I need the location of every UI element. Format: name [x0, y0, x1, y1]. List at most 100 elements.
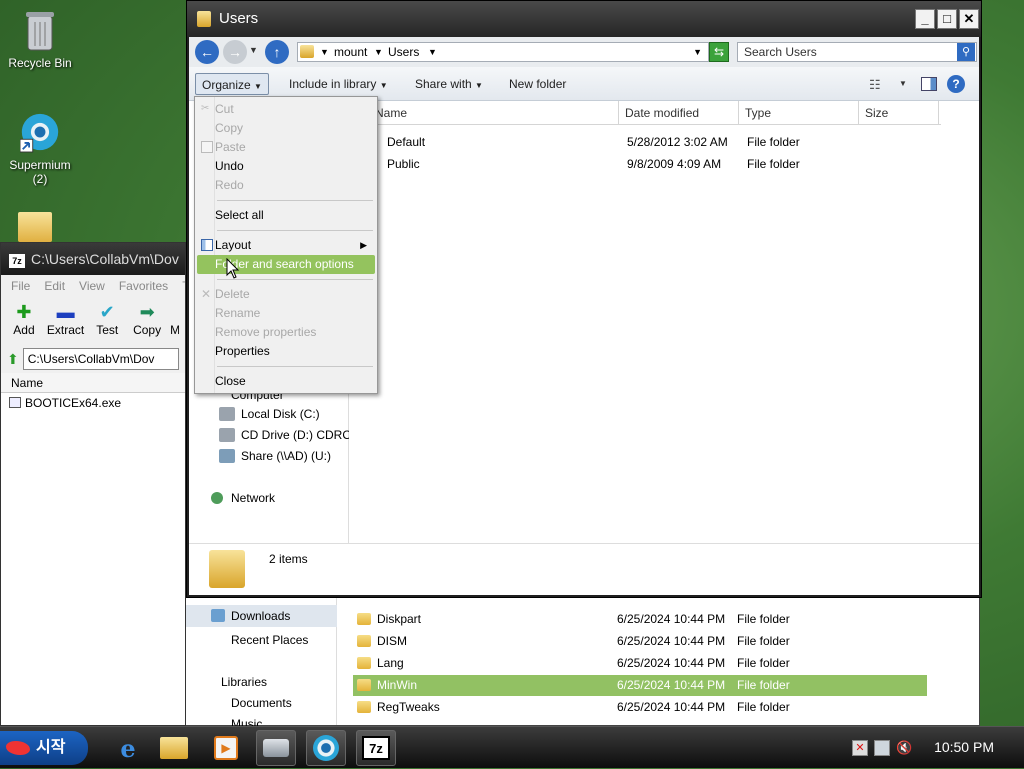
- internet-explorer-taskbar-button[interactable]: e: [108, 730, 148, 766]
- menu-label: Undo: [215, 159, 244, 173]
- sevenzip-window[interactable]: 7z C:\Users\CollabVm\Dov File Edit View Favo…: [0, 242, 186, 726]
- include-in-library-button[interactable]: Include in library ▼: [283, 73, 394, 95]
- menu-favorites[interactable]: Favorites: [119, 279, 168, 293]
- menu-item-remove-properties[interactable]: Remove properties: [197, 323, 375, 342]
- desktop-folder-icon[interactable]: [18, 212, 52, 242]
- address-dropdown-icon[interactable]: ▼: [693, 43, 702, 61]
- menu-view[interactable]: View: [79, 279, 105, 293]
- back-arrow-icon[interactable]: ←: [195, 40, 219, 64]
- nav-label: Recent Places: [231, 633, 309, 647]
- nav-item-documents[interactable]: Documents: [231, 696, 292, 710]
- table-row[interactable]: RegTweaks 6/25/2024 10:44 PM File folder: [353, 697, 927, 718]
- nav-item-share[interactable]: Share (\\AD) (U:): [219, 446, 331, 467]
- add-button[interactable]: ✚ Add: [7, 301, 41, 345]
- table-row[interactable]: DISM 6/25/2024 10:44 PM File folder: [353, 631, 927, 652]
- menu-item-folder-options[interactable]: Folder and search options: [197, 255, 375, 274]
- menu-item-paste[interactable]: Paste: [197, 138, 375, 157]
- list-item[interactable]: BOOTICEx64.exe: [1, 393, 185, 413]
- sevenzip-taskbar-button[interactable]: 7z: [356, 730, 396, 766]
- menu-file[interactable]: File: [11, 279, 30, 293]
- maximize-button[interactable]: □: [937, 9, 957, 29]
- view-chevron-icon[interactable]: ▼: [899, 79, 907, 88]
- nav-item-recent-places[interactable]: Recent Places: [231, 633, 308, 647]
- menu-item-redo[interactable]: Redo: [197, 176, 375, 195]
- sevenzip-titlebar[interactable]: 7z C:\Users\CollabVm\Dov: [1, 243, 185, 275]
- share-with-button[interactable]: Share with ▼: [409, 73, 489, 95]
- chevron-down-icon: ▼: [254, 82, 262, 91]
- refresh-icon[interactable]: ⇆: [709, 42, 729, 62]
- table-row[interactable]: Public 9/8/2009 4:09 AM File folder: [349, 153, 949, 175]
- table-row[interactable]: Default 5/28/2012 3:02 AM File folder: [349, 131, 949, 153]
- organize-button[interactable]: Organize ▼: [195, 73, 269, 95]
- disk-tool-taskbar-button[interactable]: [256, 730, 296, 766]
- column-header-type[interactable]: Type: [739, 101, 859, 125]
- nav-item-cd-drive[interactable]: CD Drive (D:) CDROM: [241, 425, 349, 446]
- history-chevron-icon[interactable]: ▼: [249, 45, 258, 55]
- supermium-taskbar-button[interactable]: [306, 730, 346, 766]
- table-row[interactable]: Lang 6/25/2024 10:44 PM File folder: [353, 653, 927, 674]
- menu-item-cut[interactable]: ✂ Cut: [197, 100, 375, 119]
- column-header-date[interactable]: Date modified: [619, 101, 739, 125]
- menu-item-select-all[interactable]: Select all: [197, 206, 375, 225]
- row-name: Public: [387, 157, 420, 171]
- breadcrumb-users[interactable]: Users: [388, 43, 419, 61]
- new-folder-button[interactable]: New folder: [503, 73, 572, 95]
- move-button[interactable]: M: [170, 301, 179, 345]
- action-center-icon[interactable]: ✕: [852, 740, 868, 756]
- details-pane: 2 items: [189, 543, 979, 595]
- menu-item-undo[interactable]: Undo: [197, 157, 375, 176]
- up-folder-icon[interactable]: ⬆: [7, 351, 19, 368]
- test-button[interactable]: ✔ Test: [90, 301, 124, 345]
- extract-button[interactable]: ▬ Extract: [47, 301, 84, 345]
- column-header-name[interactable]: Name: [349, 101, 619, 125]
- menu-item-copy[interactable]: Copy: [197, 119, 375, 138]
- sevenzip-icon: 7z: [362, 736, 390, 760]
- path-input[interactable]: C:\Users\CollabVm\Dov: [22, 348, 179, 370]
- clock[interactable]: 10:50 PM: [934, 739, 994, 755]
- nav-item-libraries[interactable]: Libraries: [221, 675, 267, 689]
- table-row[interactable]: Diskpart 6/25/2024 10:44 PM File folder: [353, 609, 927, 630]
- desktop-icon-recycle-bin[interactable]: Recycle Bin: [0, 6, 80, 70]
- menu-item-properties[interactable]: Properties: [197, 342, 375, 361]
- close-button[interactable]: ✕: [959, 9, 979, 29]
- explorer-taskbar-button[interactable]: [154, 730, 194, 766]
- breadcrumb[interactable]: ▼ mount ▼ Users ▼ ▼: [297, 42, 709, 62]
- volume-muted-icon[interactable]: 🔇: [896, 740, 912, 756]
- menu-edit[interactable]: Edit: [44, 279, 65, 293]
- search-icon[interactable]: ⚲: [957, 43, 975, 61]
- view-options-icon[interactable]: ☷: [869, 77, 881, 93]
- file-name: BOOTICEx64.exe: [25, 396, 122, 410]
- menu-item-close[interactable]: Close: [197, 372, 375, 391]
- nav-item-local-disk[interactable]: Local Disk (C:): [219, 404, 320, 425]
- menu-label: Redo: [215, 178, 244, 192]
- menu-tools[interactable]: T: [182, 279, 185, 293]
- minimize-button[interactable]: _: [915, 9, 935, 29]
- nav-item-downloads[interactable]: Downloads: [181, 605, 337, 627]
- start-label: 시작: [36, 739, 66, 756]
- start-button[interactable]: 시작: [0, 731, 88, 765]
- nav-label: Documents: [231, 696, 292, 710]
- nav-item-network[interactable]: Network: [211, 488, 275, 509]
- column-header-name[interactable]: Name: [1, 373, 185, 393]
- help-icon[interactable]: ?: [947, 75, 965, 93]
- menu-item-rename[interactable]: Rename: [197, 304, 375, 323]
- desktop-icon-supermium[interactable]: Supermium (2): [0, 108, 80, 186]
- network-tray-icon[interactable]: [874, 740, 890, 756]
- breadcrumb-chevron-icon[interactable]: ▼: [374, 43, 383, 61]
- breadcrumb-mount[interactable]: mount: [334, 43, 367, 61]
- preview-pane-icon[interactable]: [921, 77, 937, 91]
- table-row-selected[interactable]: MinWin 6/25/2024 10:44 PM File folder: [353, 675, 927, 696]
- column-header-size[interactable]: Size: [859, 101, 939, 125]
- explorer-titlebar[interactable]: Users _ □ ✕: [187, 1, 981, 37]
- menu-item-layout[interactable]: Layout ▶: [197, 236, 375, 255]
- breadcrumb-chevron-icon[interactable]: ▼: [428, 43, 437, 61]
- copy-button[interactable]: ➡ Copy: [130, 301, 164, 345]
- organize-menu[interactable]: ✂ Cut Copy Paste Undo Redo Select all Lay…: [194, 96, 378, 394]
- up-arrow-icon[interactable]: ↑: [265, 40, 289, 64]
- search-input[interactable]: Search Users: [737, 42, 977, 62]
- forward-arrow-icon[interactable]: →: [223, 40, 247, 64]
- breadcrumb-chevron-icon[interactable]: ▼: [320, 43, 329, 61]
- menu-item-delete[interactable]: ✕ Delete: [197, 285, 375, 304]
- media-player-taskbar-button[interactable]: ▶: [206, 730, 246, 766]
- recycle-bin-icon: [20, 6, 60, 54]
